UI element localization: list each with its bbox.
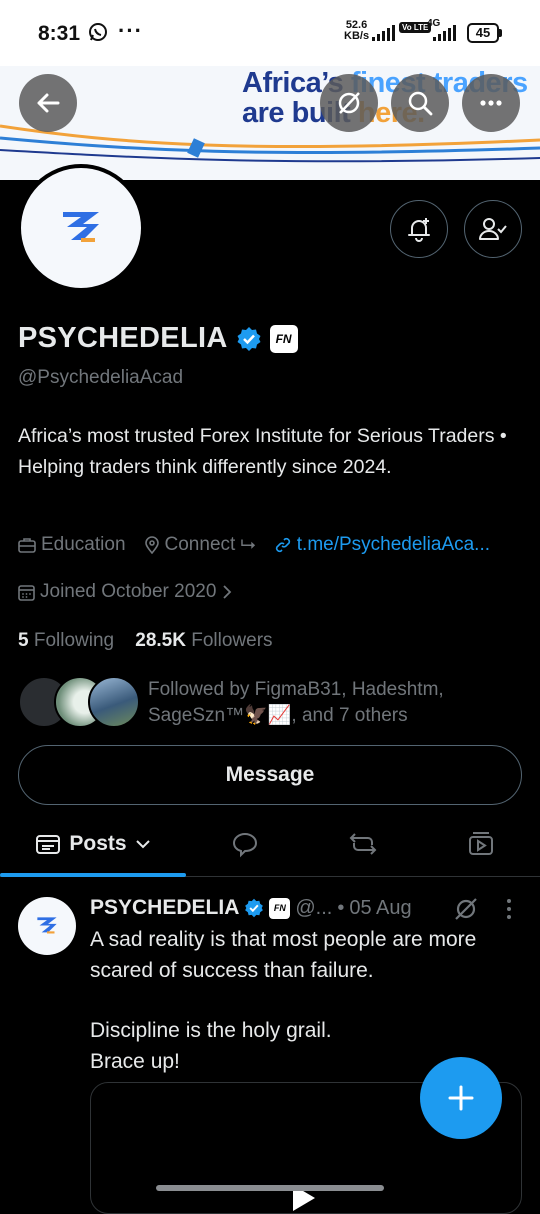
post-separator: • xyxy=(337,896,345,919)
location-label: Connect ⮡ xyxy=(164,534,256,555)
profile-meta: Education Connect ⮡ t.me/PsychedeliaAca.… xyxy=(18,534,508,556)
post-line: A sad reality is that most people are mo… xyxy=(90,928,477,982)
profile-avatar[interactable] xyxy=(17,164,145,292)
more-notifications-icon: ··· xyxy=(118,18,143,43)
location-item: Connect ⮡ xyxy=(144,534,256,556)
link-icon xyxy=(275,537,290,553)
followers-label: Followers xyxy=(191,630,273,651)
grok-post-button[interactable] xyxy=(452,896,480,927)
whatsapp-icon xyxy=(88,22,108,47)
followed-by-text[interactable]: Followed by FigmaB31, Hadeshtm, SageSzn™… xyxy=(148,677,478,729)
profile-tabs: Posts xyxy=(0,812,540,877)
status-bar: 8:31 ··· 52.6 KB/s Vo LTE 4G 45 xyxy=(0,0,540,66)
repost-icon xyxy=(349,833,377,855)
followers-link[interactable]: 28.5K Followers xyxy=(135,630,272,651)
profile-link-label: t.me/PsychedeliaAca... xyxy=(296,534,491,555)
verified-badge-icon xyxy=(237,326,261,351)
location-pin-icon xyxy=(144,536,159,554)
follower-avatar xyxy=(88,676,140,728)
following-button[interactable] xyxy=(464,200,522,258)
battery-indicator: 45 xyxy=(467,23,502,43)
following-count: 5 xyxy=(18,630,29,651)
tab-videos[interactable] xyxy=(436,812,526,876)
profile-name: PSYCHEDELIA xyxy=(18,322,228,354)
search-button[interactable] xyxy=(391,74,449,132)
post-avatar[interactable] xyxy=(18,897,76,955)
psychedelia-logo-icon xyxy=(37,917,57,934)
gesture-home-bar[interactable] xyxy=(156,1185,384,1191)
notifications-subscribe-button[interactable] xyxy=(390,200,448,258)
post-header: PSYCHEDELIA FN @... • 05 Aug xyxy=(90,896,412,920)
status-time: 8:31 xyxy=(38,22,81,45)
grok-button[interactable] xyxy=(320,74,378,132)
video-icon xyxy=(469,832,493,855)
joined-label: Joined October 2020 xyxy=(40,581,217,602)
following-link[interactable]: 5 Following xyxy=(18,630,114,651)
profile-handle: @PsychedeliaAcad xyxy=(18,367,184,388)
category-label: Education xyxy=(41,534,126,555)
following-label: Following xyxy=(33,630,115,651)
affiliate-badge[interactable]: FN xyxy=(269,324,298,353)
profile-link[interactable]: t.me/PsychedeliaAca... xyxy=(274,534,490,556)
more-vertical-icon xyxy=(507,899,511,919)
tab-posts-label: Posts xyxy=(69,832,127,855)
posts-icon xyxy=(36,835,61,854)
profile-bio: Africa’s most trusted Forex Institute fo… xyxy=(18,425,507,478)
post-body: A sad reality is that most people are mo… xyxy=(90,925,530,1077)
post-handle: @... xyxy=(295,896,333,919)
speed-unit: KB/s xyxy=(344,30,370,42)
signal-icon-2 xyxy=(433,25,456,41)
search-icon xyxy=(408,91,433,116)
compose-post-button[interactable] xyxy=(420,1057,502,1139)
back-button[interactable] xyxy=(19,74,77,132)
network-speed: 52.6 KB/s xyxy=(344,20,369,42)
category-item: Education xyxy=(18,534,126,556)
profile-name-row: PSYCHEDELIA FN xyxy=(18,322,298,355)
post-line: Discipline is the holy grail. xyxy=(90,1019,332,1042)
tab-posts[interactable]: Posts xyxy=(0,812,186,877)
tab-reposts[interactable] xyxy=(318,812,408,876)
post-date: 05 Aug xyxy=(349,896,412,919)
affiliate-badge: FN xyxy=(269,897,291,919)
more-options-button[interactable] xyxy=(462,74,520,132)
active-tab-indicator xyxy=(0,873,186,877)
grok-icon xyxy=(338,92,360,114)
calendar-icon xyxy=(18,584,35,601)
grok-icon xyxy=(455,898,477,920)
reply-bubble-icon xyxy=(232,832,258,858)
followers-count: 28.5K xyxy=(135,630,186,651)
bell-plus-icon xyxy=(408,218,430,242)
verified-badge-icon xyxy=(245,898,264,918)
post-author-name[interactable]: PSYCHEDELIA xyxy=(90,896,239,920)
tab-replies[interactable] xyxy=(200,812,290,876)
user-check-icon xyxy=(479,218,507,240)
briefcase-icon xyxy=(18,538,36,553)
message-button[interactable]: Message xyxy=(18,745,522,805)
chevron-down-icon xyxy=(135,840,150,849)
plus-icon xyxy=(448,1085,474,1111)
more-horizontal-icon xyxy=(480,100,502,106)
chevron-right-icon xyxy=(223,585,232,599)
signal-icon xyxy=(372,25,395,41)
arrow-left-icon xyxy=(37,93,60,113)
psychedelia-logo-icon xyxy=(63,212,99,242)
profile-banner: Africa’s finest traders are built here. xyxy=(0,66,540,180)
follow-stats: 5 Following 28.5K Followers xyxy=(18,630,273,652)
joined-date[interactable]: Joined October 2020 xyxy=(18,581,233,603)
post-more-button[interactable] xyxy=(504,897,514,926)
